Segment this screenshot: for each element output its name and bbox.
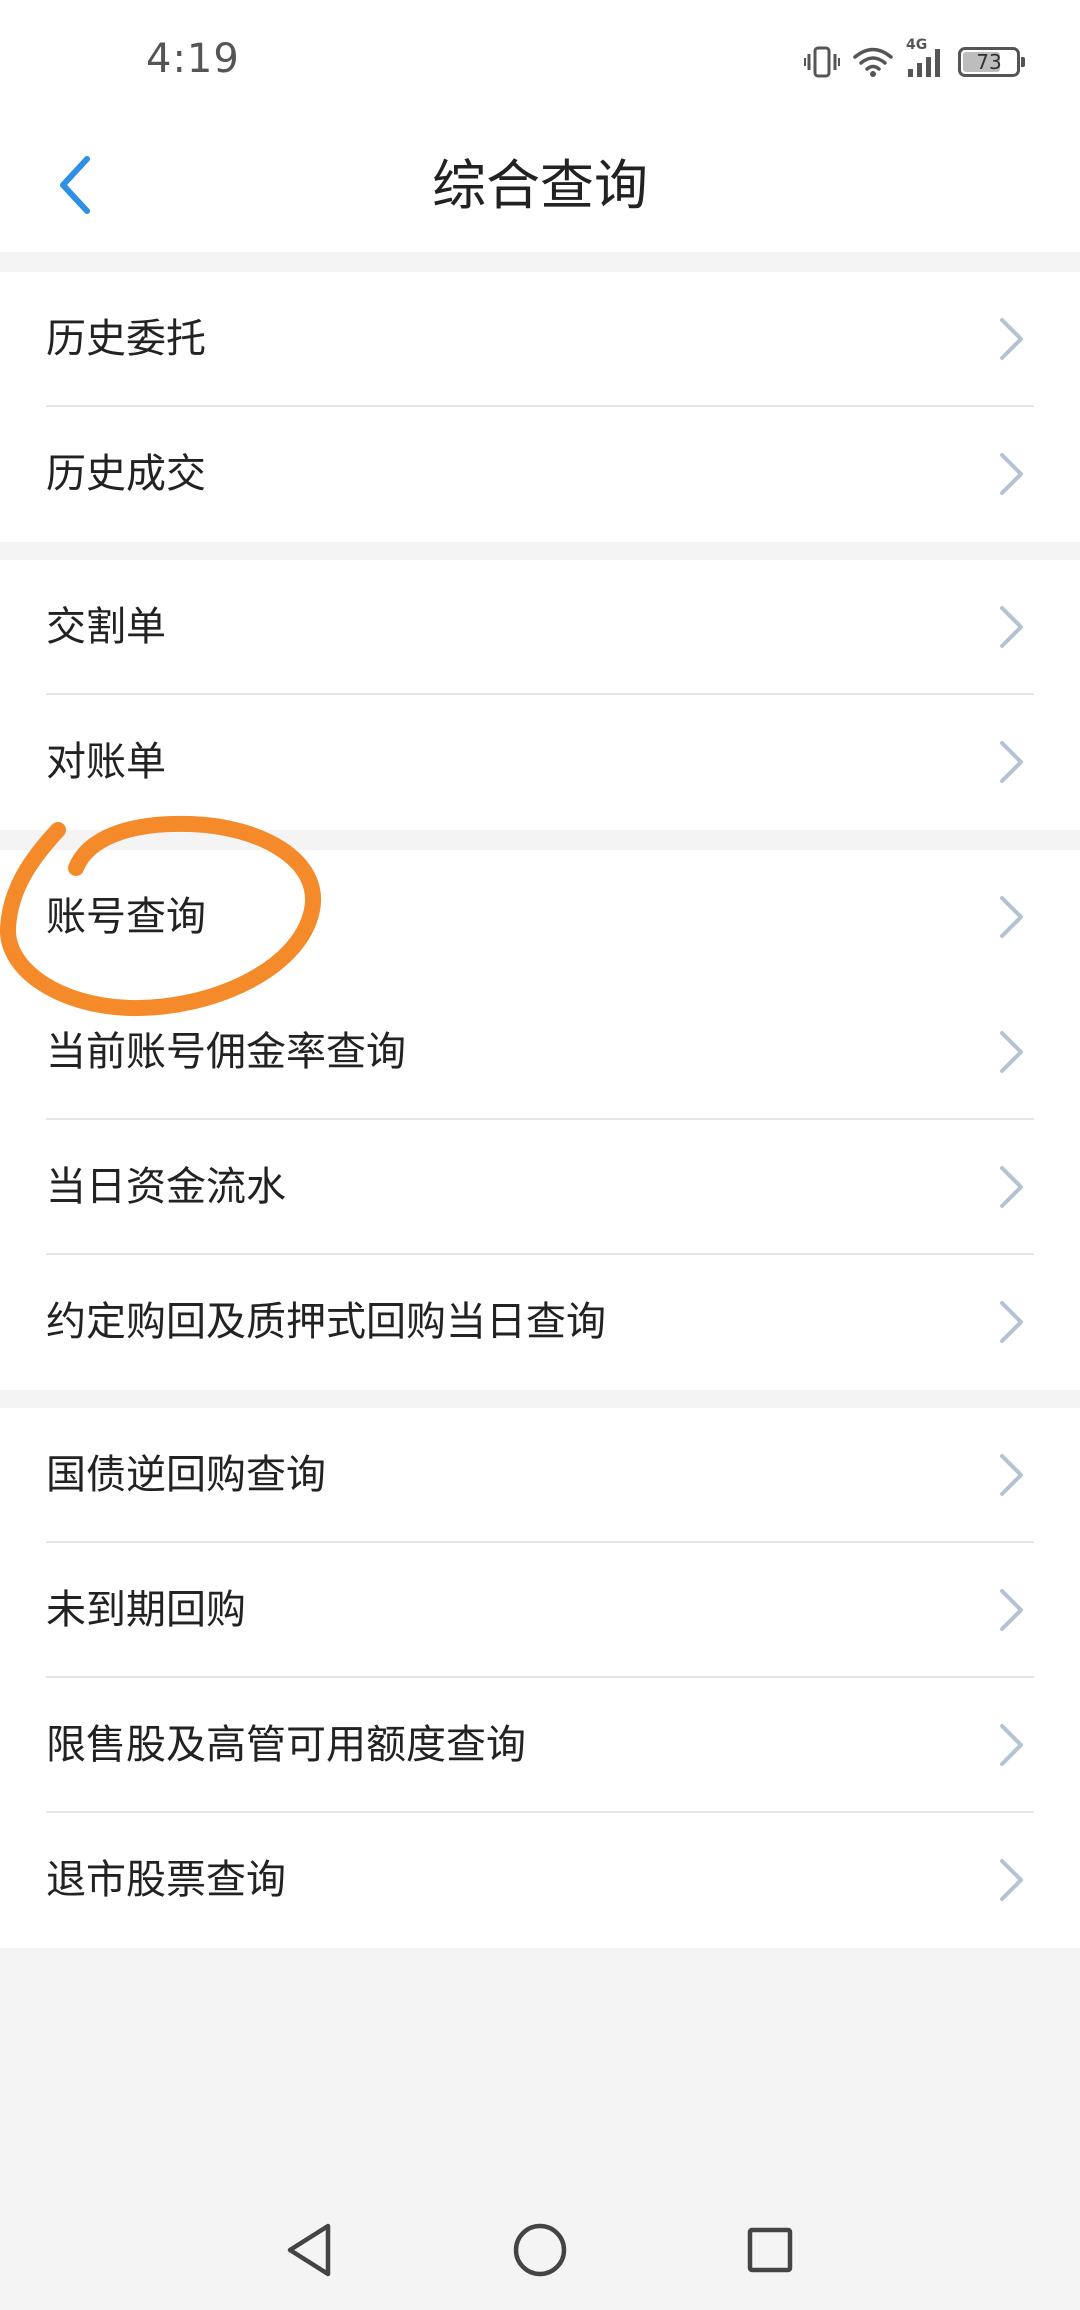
list-item-label: 历史委托 [46,316,206,362]
home-circle-icon [513,2223,567,2277]
chevron-right-icon [1000,1589,1023,1631]
list-item-commission-rate[interactable]: 当前账号佣金率查询 [0,985,1080,1120]
list-item-account-query[interactable]: 账号查询 [0,850,1080,985]
list-item-label: 账号查询 [46,894,206,940]
chevron-right-icon [1000,1454,1023,1496]
list-group-statements: 交割单 对账单 [0,560,1080,830]
list-item-unexpired-repo[interactable]: 未到期回购 [0,1543,1080,1678]
chevron-right-icon [1000,318,1023,360]
system-recents-button[interactable] [730,2210,810,2290]
list-item-statement[interactable]: 对账单 [0,695,1080,830]
list-item-label: 退市股票查询 [46,1857,286,1903]
back-triangle-icon [287,2223,331,2277]
list-item-label: 交割单 [46,604,166,650]
list-item-delivery-order[interactable]: 交割单 [0,560,1080,695]
list-group-history: 历史委托 历史成交 [0,272,1080,542]
vibrate-icon [804,45,840,79]
system-nav-bar [0,2190,1080,2310]
wifi-icon [852,46,894,78]
status-bar: 4:19 4G 73 [0,0,1080,120]
chevron-right-icon [1000,1031,1023,1073]
list-item-label: 未到期回购 [46,1587,246,1633]
list-item-restricted-shares-quota[interactable]: 限售股及高管可用额度查询 [0,1678,1080,1813]
list-item-history-trades[interactable]: 历史成交 [0,407,1080,542]
list-item-label: 当日资金流水 [46,1164,286,1210]
back-button[interactable] [30,140,120,230]
chevron-right-icon [1000,1859,1023,1901]
status-time: 4:19 [146,36,240,82]
signal-icon: 4G [906,37,946,79]
list-item-delisted-stock-query[interactable]: 退市股票查询 [0,1813,1080,1948]
list-item-label: 历史成交 [46,451,206,497]
chevron-right-icon [1000,1166,1023,1208]
page-title: 综合查询 [432,154,648,217]
chevron-right-icon [1000,896,1023,938]
system-home-button[interactable] [500,2210,580,2290]
network-type: 4G [906,37,928,53]
status-icons: 4G 73 [804,37,1025,86]
list-item-label: 对账单 [46,739,166,785]
list-group-repo: 国债逆回购查询 未到期回购 限售股及高管可用额度查询 退市股票查询 [0,1408,1080,1948]
nav-bar: 综合查询 [0,120,1080,252]
battery-level: 73 [976,50,1002,74]
chevron-left-icon [60,156,90,214]
recents-square-icon [747,2227,793,2273]
list-item-reverse-repo-query[interactable]: 国债逆回购查询 [0,1408,1080,1543]
list-item-history-orders[interactable]: 历史委托 [0,272,1080,407]
chevron-right-icon [1000,741,1023,783]
list-item-label: 约定购回及质押式回购当日查询 [46,1299,606,1345]
chevron-right-icon [1000,453,1023,495]
battery-icon: 73 [958,47,1025,77]
list-item-label: 当前账号佣金率查询 [46,1029,406,1075]
list-item-label: 国债逆回购查询 [46,1452,326,1498]
list-item-repo-daily-query[interactable]: 约定购回及质押式回购当日查询 [0,1255,1080,1390]
list-group-account: 账号查询 当前账号佣金率查询 当日资金流水 约定购回及质押式回购当日查询 [0,850,1080,1390]
chevron-right-icon [1000,1301,1023,1343]
list-item-label: 限售股及高管可用额度查询 [46,1722,526,1768]
list-item-daily-fund-flow[interactable]: 当日资金流水 [0,1120,1080,1255]
system-back-button[interactable] [270,2210,350,2290]
chevron-right-icon [1000,606,1023,648]
chevron-right-icon [1000,1724,1023,1766]
